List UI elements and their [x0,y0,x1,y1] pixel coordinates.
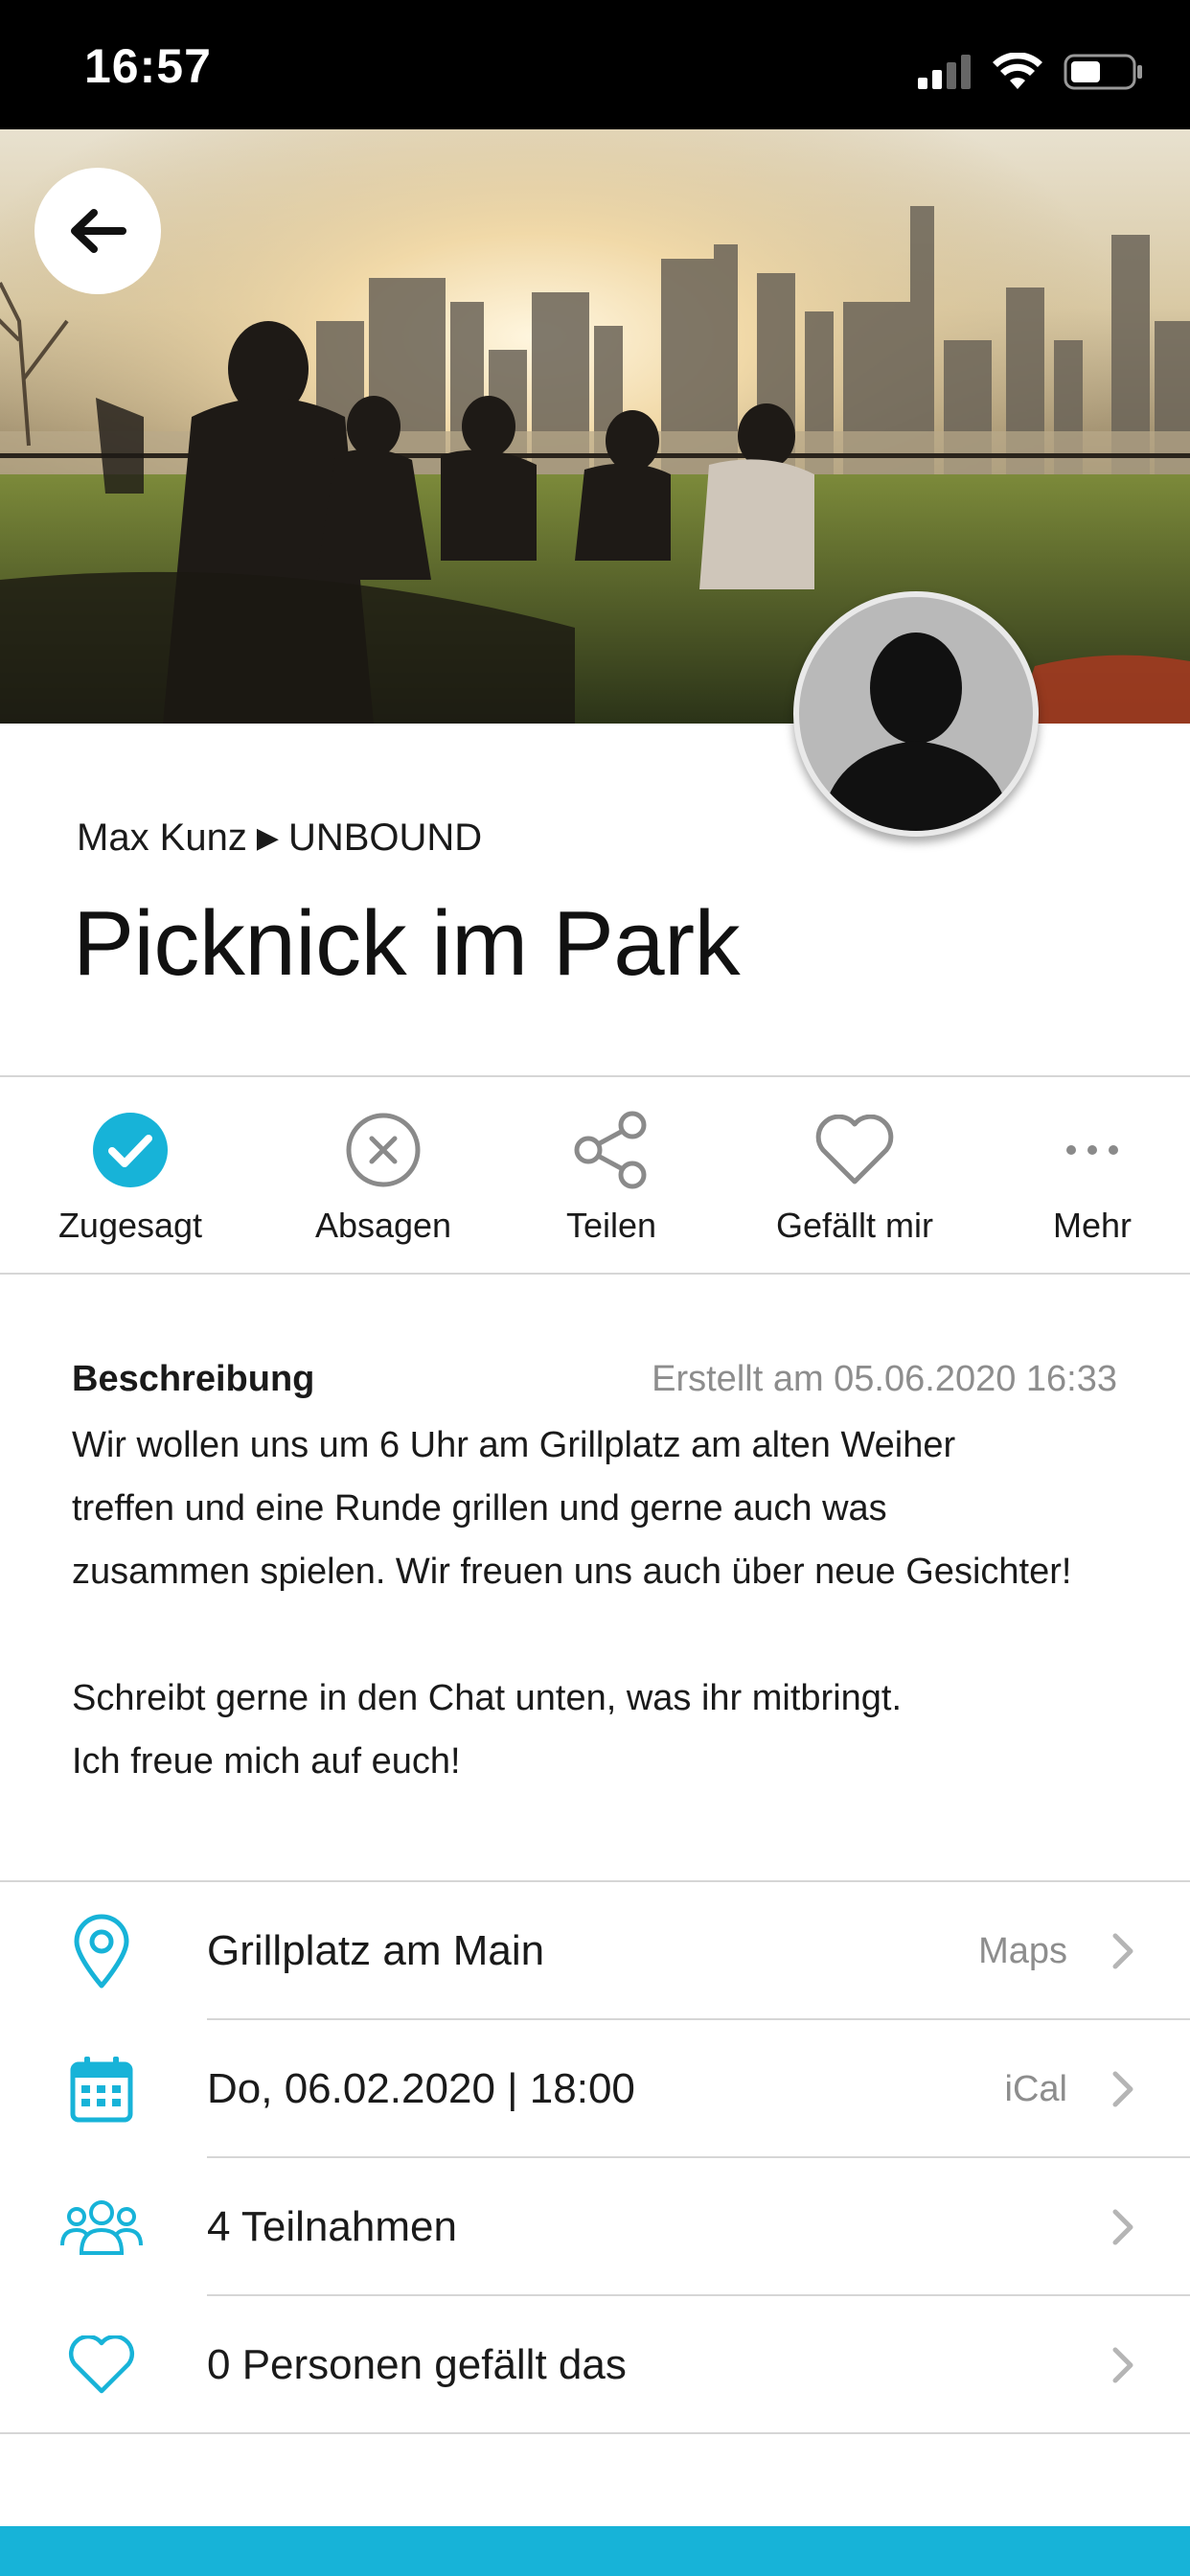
description-heading: Beschreibung [72,1359,315,1399]
battery-icon [1064,54,1142,90]
person-silhouette-icon [820,632,1012,831]
share-label: Teilen [565,1206,657,1245]
like-button[interactable]: Gefällt mir [759,1078,950,1273]
wifi-icon [993,53,1042,89]
arrow-left-icon [71,209,126,253]
share-button[interactable]: Teilen [515,1078,707,1273]
location-text: Grillplatz am Main [207,1927,545,1974]
maps-link[interactable]: Maps [978,1931,1067,1972]
author-name[interactable]: Max Kunz [77,816,247,860]
status-time: 16:57 [84,39,212,93]
status-bar: 16:57 [0,0,1190,129]
share-icon [574,1111,647,1189]
location-row[interactable]: Grillplatz am Main Maps [0,1882,1190,2020]
divider [0,1273,1190,1275]
chat-bar[interactable] [0,2526,1190,2576]
event-cover-image [0,129,1190,724]
calendar-icon [70,2057,133,2123]
location-pin-icon [74,1914,129,1989]
page-title: Picknick im Park [73,892,741,995]
going-label: Zugesagt [57,1206,203,1245]
like-label: Gefällt mir [775,1206,934,1245]
avatar[interactable] [793,591,1039,837]
description-paragraph: Wir wollen uns um 6 Uhr am Grillplatz am… [72,1425,1072,1592]
chevron-right-icon [1106,1927,1140,1975]
divider [0,2432,1190,2434]
play-arrow-icon: ▶ [256,822,279,854]
divider [0,1075,1190,1077]
likes-row[interactable]: 0 Personen gefällt das [0,2296,1190,2434]
participants-row[interactable]: 4 Teilnahmen [0,2158,1190,2296]
more-button[interactable]: Mehr [996,1078,1188,1273]
heart-icon [68,2335,135,2394]
check-circle-filled-icon [93,1113,168,1187]
created-timestamp: Erstellt am 05.06.2020 16:33 [652,1359,1117,1399]
date-row[interactable]: Do, 06.02.2020 | 18:00 iCal [0,2020,1190,2158]
chevron-right-icon [1106,2341,1140,2389]
more-label: Mehr [1052,1206,1133,1245]
description-body: Wir wollen uns um 6 Uhr am Grillplatz am… [72,1414,1135,1793]
back-button[interactable] [34,168,161,294]
more-dots-icon [1066,1145,1118,1155]
cellular-signal-icon [918,55,971,89]
group-name[interactable]: UNBOUND [288,816,482,860]
date-text: Do, 06.02.2020 | 18:00 [207,2065,635,2112]
breadcrumb: Max Kunz ▶ UNBOUND [77,816,482,860]
status-icons [918,48,1144,96]
participants-text: 4 Teilnahmen [207,2203,457,2250]
x-circle-icon [346,1113,421,1187]
heart-icon [815,1115,894,1184]
description-paragraph: Schreibt gerne in den Chat unten, was ih… [72,1678,903,1782]
action-bar: Zugesagt Absagen Teilen Gefällt mir Mehr [0,1078,1190,1273]
going-button[interactable]: Zugesagt [34,1078,226,1273]
decline-button[interactable]: Absagen [287,1078,479,1273]
chevron-right-icon [1106,2065,1140,2113]
decline-label: Absagen [314,1206,452,1245]
group-icon [60,2200,143,2255]
ical-link[interactable]: iCal [1005,2069,1067,2110]
likes-text: 0 Personen gefällt das [207,2341,627,2388]
chevron-right-icon [1106,2203,1140,2251]
